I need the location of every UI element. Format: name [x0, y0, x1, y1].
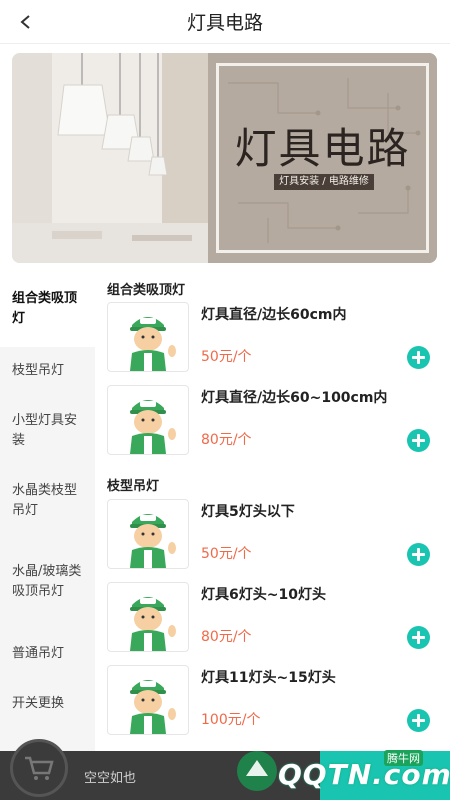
item-price: 50元/个	[201, 349, 252, 365]
sidebar-item-label: 普通吊灯	[12, 646, 65, 661]
item-name: 灯具6灯头~10灯头	[201, 587, 326, 603]
item-name: 灯具5灯头以下	[201, 504, 295, 520]
cart-button[interactable]	[10, 739, 68, 797]
back-button[interactable]	[12, 8, 40, 36]
section-title: 枝型吊灯	[107, 479, 160, 494]
sidebar-item-switch-replace[interactable]: 开关更换	[0, 679, 95, 729]
worker-avatar	[107, 302, 189, 372]
item-price: 50元/个	[201, 546, 252, 562]
list-item[interactable]: 灯具11灯头~15灯头 100元/个	[107, 665, 445, 735]
list-item[interactable]: 灯具6灯头~10灯头 80元/个	[107, 582, 445, 652]
item-price: 100元/个	[201, 712, 261, 728]
worker-avatar	[107, 665, 189, 735]
add-to-cart-button[interactable]	[407, 429, 430, 452]
sidebar-item-normal-pendant[interactable]: 普通吊灯	[0, 629, 95, 679]
add-to-cart-button[interactable]	[407, 543, 430, 566]
sidebar-item-branch-pendant[interactable]: 枝型吊灯	[0, 347, 95, 395]
list-item[interactable]: 灯具5灯头以下 50元/个	[107, 499, 445, 569]
cart-bar: 空空如也	[0, 739, 450, 800]
sidebar-item-label: 水晶/玻璃类吸顶吊灯	[12, 564, 82, 599]
list-item[interactable]: 灯具直径/边长60cm内 50元/个	[107, 302, 445, 372]
sidebar-item-label: 水晶类枝型吊灯	[12, 483, 78, 518]
sidebar-item-label: 枝型吊灯	[12, 363, 65, 378]
page-title: 灯具电路	[186, 12, 263, 34]
checkout-button[interactable]	[320, 751, 450, 800]
worker-avatar	[107, 385, 189, 455]
chevron-left-icon	[20, 15, 30, 29]
sidebar-item-label: 小型灯具安装	[12, 413, 78, 448]
sidebar-item-crystal-glass[interactable]: 水晶/玻璃类吸顶吊灯	[0, 535, 95, 629]
worker-avatar	[107, 582, 189, 652]
item-price: 80元/个	[201, 629, 252, 645]
sidebar-item-crystal-branch[interactable]: 水晶类枝型吊灯	[0, 467, 95, 535]
item-name: 灯具11灯头~15灯头	[201, 670, 336, 686]
sidebar-item-label: 开关更换	[12, 696, 65, 711]
list-item[interactable]: 灯具直径/边长60~100cm内 80元/个	[107, 385, 445, 455]
cart-icon	[25, 756, 54, 780]
item-name: 灯具直径/边长60~100cm内	[201, 390, 388, 406]
banner-photo	[12, 53, 208, 263]
item-price: 80元/个	[201, 432, 252, 448]
sidebar-item-small-lamp[interactable]: 小型灯具安装	[0, 395, 95, 467]
section-title: 组合类吸顶灯	[107, 283, 186, 298]
banner-tag: 灯具安装 / 电路维修	[274, 174, 374, 190]
add-to-cart-button[interactable]	[407, 709, 430, 732]
add-to-cart-button[interactable]	[407, 346, 430, 369]
category-sidebar: 组合类吸顶灯 枝型吊灯 小型灯具安装 水晶类枝型吊灯 水晶/玻璃类吸顶吊灯 普通…	[0, 271, 95, 751]
sidebar-item-label: 组合类吸顶灯	[12, 291, 78, 326]
add-to-cart-button[interactable]	[407, 626, 430, 649]
sidebar-item-combo-ceiling[interactable]: 组合类吸顶灯	[0, 271, 95, 347]
banner-panel: 灯具电路 灯具安装 / 电路维修	[208, 53, 437, 263]
cart-empty-text: 空空如也	[84, 771, 137, 786]
worker-avatar	[107, 499, 189, 569]
service-list: 组合类吸顶灯 灯具直径/边长60cm内 50元/个 灯具直径/边长60~100c…	[95, 271, 450, 751]
banner: 灯具电路 灯具安装 / 电路维修	[12, 53, 437, 263]
header: 灯具电路	[0, 0, 450, 44]
banner-title: 灯具电路	[234, 124, 411, 173]
item-name: 灯具直径/边长60cm内	[201, 307, 347, 323]
